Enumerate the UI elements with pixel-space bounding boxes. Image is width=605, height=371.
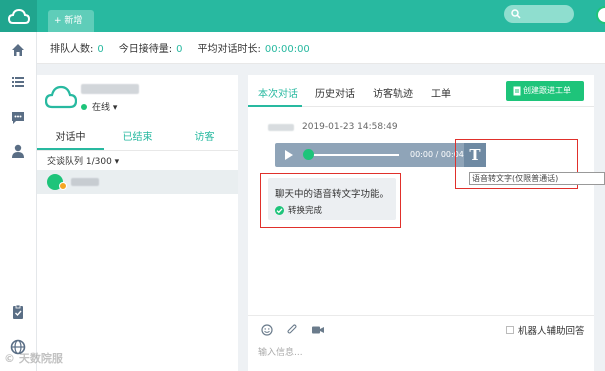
queue-dropdown[interactable]: 交谈队列 1/300 ▾ bbox=[47, 154, 119, 167]
search-icon bbox=[511, 9, 521, 19]
avg-label: 平均对话时长: bbox=[197, 44, 261, 55]
create-ticket-label: 创建跟进工单 bbox=[523, 86, 571, 95]
tab-visitor-track[interactable]: 访客轨迹 bbox=[373, 85, 413, 100]
chat-tabs: 本次对话 历史对话 访客轨迹 工单 创建跟进工单 bbox=[248, 75, 594, 107]
avg-value: 00:00:00 bbox=[264, 44, 310, 55]
tab-ended[interactable]: 已结束 bbox=[104, 127, 171, 150]
chat-panel: 本次对话 历史对话 访客轨迹 工单 创建跟进工单 2019-01-23 14:5… bbox=[248, 75, 605, 371]
visitor-name-blurred bbox=[71, 178, 99, 186]
video-icon[interactable] bbox=[311, 324, 325, 336]
new-tab-button[interactable]: + 新增 bbox=[48, 10, 94, 32]
top-bar: + 新增 bbox=[0, 0, 605, 32]
stats-bar: 排队人数: 0 今日接待量: 0 平均对话时长: 00:00:00 bbox=[37, 32, 605, 64]
message-timestamp: 2019-01-23 14:58:49 bbox=[302, 122, 398, 132]
robot-assist-toggle[interactable]: 机器人辅助回答 bbox=[506, 323, 585, 337]
voice-player: 00:00 / 00:04 bbox=[275, 143, 485, 167]
ticket-icon bbox=[513, 86, 521, 96]
user-icon[interactable] bbox=[10, 143, 26, 159]
robot-assist-checkbox[interactable] bbox=[506, 326, 514, 334]
left-nav bbox=[0, 32, 37, 371]
highlight-box-transcription bbox=[260, 173, 401, 228]
today-label: 今日接待量: bbox=[118, 44, 173, 55]
list-item[interactable] bbox=[37, 170, 238, 194]
agent-cloud-icon bbox=[45, 85, 77, 109]
conversation-tabs: 对话中 已结束 访客 bbox=[37, 127, 238, 151]
emoji-icon[interactable] bbox=[261, 324, 273, 336]
status-badge bbox=[59, 182, 67, 190]
today-stat: 今日接待量: 0 bbox=[119, 40, 183, 55]
queue-stat: 排队人数: 0 bbox=[50, 40, 104, 55]
tab-ticket[interactable]: 工单 bbox=[431, 85, 451, 100]
audio-track[interactable] bbox=[307, 154, 399, 156]
search-input[interactable] bbox=[504, 5, 574, 23]
list-icon[interactable] bbox=[10, 74, 26, 90]
queue-value: 0 bbox=[97, 44, 104, 55]
app-logo[interactable] bbox=[0, 0, 37, 32]
active-tab-underline bbox=[248, 105, 302, 107]
home-icon[interactable] bbox=[10, 42, 26, 58]
cloud-logo-icon bbox=[7, 8, 30, 24]
conversation-list-panel: 在线 ▾ 对话中 已结束 访客 交谈队列 1/300 ▾ bbox=[37, 75, 238, 371]
online-dot bbox=[81, 103, 87, 110]
watermark: © 天数院服 bbox=[4, 352, 63, 365]
sender-name-blurred bbox=[268, 124, 294, 131]
user-avatar[interactable] bbox=[596, 6, 605, 24]
transcribe-tooltip: 语音转文字(仅限普通话) bbox=[469, 172, 605, 185]
tab-visitors[interactable]: 访客 bbox=[171, 127, 238, 150]
input-area: 机器人辅助回答 输入信息... bbox=[248, 315, 594, 371]
chat-icon[interactable] bbox=[10, 110, 26, 126]
attachment-icon[interactable] bbox=[286, 324, 298, 336]
queue-label: 排队人数: bbox=[50, 44, 94, 55]
avg-stat: 平均对话时长: 00:00:00 bbox=[198, 40, 310, 55]
clipboard-icon[interactable] bbox=[10, 304, 26, 320]
agent-status-label: 在线 ▾ bbox=[92, 103, 118, 113]
robot-assist-label: 机器人辅助回答 bbox=[518, 326, 585, 337]
agent-status-dropdown[interactable]: 在线 ▾ bbox=[81, 100, 117, 113]
play-icon[interactable] bbox=[282, 149, 294, 161]
audio-progress-handle[interactable] bbox=[303, 149, 314, 160]
today-value: 0 bbox=[176, 44, 183, 55]
tab-in-conversation[interactable]: 对话中 bbox=[37, 127, 104, 150]
message-input[interactable]: 输入信息... bbox=[258, 345, 303, 358]
tab-current-chat[interactable]: 本次对话 bbox=[258, 85, 298, 100]
agent-name-blurred bbox=[81, 84, 139, 94]
tab-history[interactable]: 历史对话 bbox=[315, 85, 355, 100]
create-ticket-button[interactable]: 创建跟进工单 bbox=[506, 81, 584, 101]
